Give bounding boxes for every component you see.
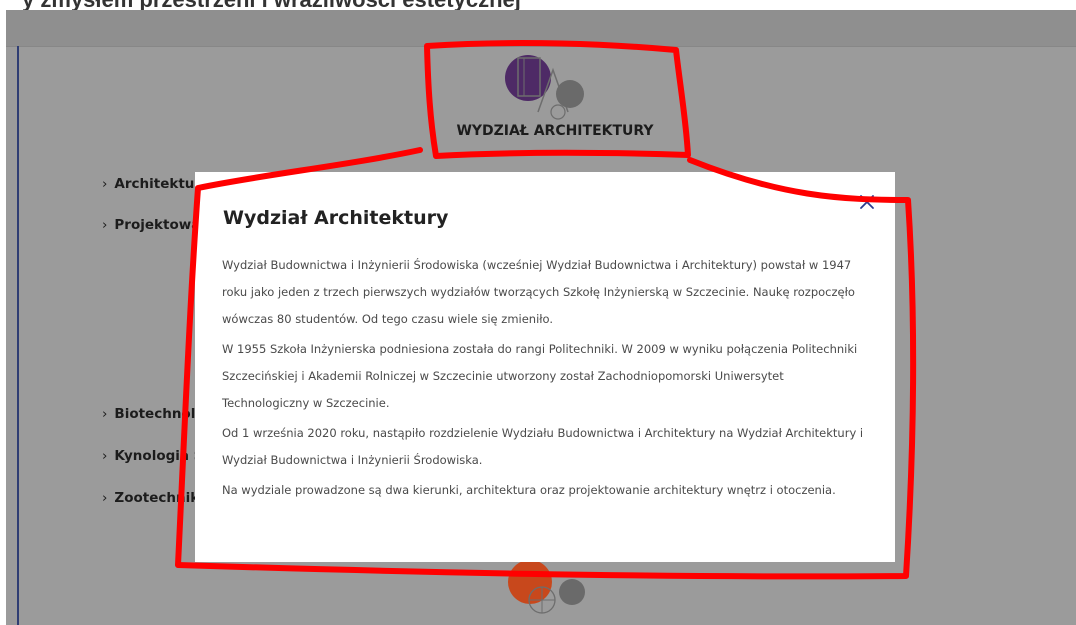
close-icon <box>860 195 874 209</box>
chevron-right-icon: › <box>102 406 108 422</box>
faculty-info-modal: Wydział Architektury Wydział Budownictwa… <box>195 172 895 562</box>
modal-paragraph: Na wydziale prowadzone są dwa kierunki, … <box>222 483 836 497</box>
menu-item-kynologia[interactable]: › Kynologia S <box>102 448 203 464</box>
modal-paragraph: Wydział Budownictwa i Inżynierii Środowi… <box>222 258 855 326</box>
menu-item-label: Kynologia S <box>114 448 204 464</box>
header-bar <box>6 10 1076 47</box>
faculty-title: WYDZIAŁ ARCHITEKTURY <box>456 123 654 139</box>
menu-item-zootechnika[interactable]: › Zootechnika <box>102 490 208 506</box>
modal-paragraph: W 1955 Szkoła Inżynierska podniesiona zo… <box>222 342 858 410</box>
left-border-rule <box>17 46 19 625</box>
modal-title: Wydział Architektury <box>223 207 449 229</box>
chevron-right-icon: › <box>102 176 108 192</box>
modal-paragraph: Od 1 września 2020 roku, nastąpiło rozdz… <box>222 426 864 467</box>
bottom-logo-icon <box>500 560 600 615</box>
faculty-logo-icon <box>498 50 598 130</box>
top-strip-text: y zmysłem przestrzeni i wrażliwości este… <box>22 0 521 10</box>
top-strip: y zmysłem przestrzeni i wrażliwości este… <box>0 0 1076 10</box>
chevron-right-icon: › <box>102 448 108 464</box>
chevron-right-icon: › <box>102 490 108 506</box>
close-button[interactable] <box>855 190 879 214</box>
modal-body: Wydział Budownictwa i Inżynierii Środowi… <box>222 252 872 507</box>
chevron-right-icon: › <box>102 217 108 233</box>
